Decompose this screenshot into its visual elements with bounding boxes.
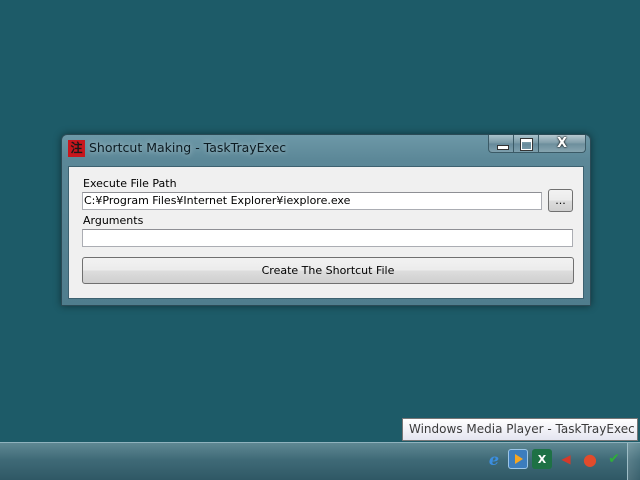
execute-file-path-label: Execute File Path	[83, 177, 177, 190]
windows-media-player-icon[interactable]	[508, 449, 528, 469]
arguments-label: Arguments	[83, 214, 144, 227]
security-check-icon[interactable]: ✔	[604, 449, 624, 469]
browse-button[interactable]: ...	[548, 189, 573, 212]
maximize-button[interactable]	[514, 135, 539, 153]
chrome-icon[interactable]: ●	[580, 449, 600, 469]
notification-tray: e X ◀ ● ✔	[484, 449, 624, 469]
tray-tooltip: Windows Media Player - TaskTrayExec	[402, 418, 638, 441]
volume-icon[interactable]: ◀	[556, 449, 576, 469]
window-title: Shortcut Making - TaskTrayExec	[89, 140, 287, 155]
create-shortcut-button[interactable]: Create The Shortcut File	[82, 257, 574, 284]
play-icon	[515, 454, 523, 464]
execute-file-path-input[interactable]: C:¥Program Files¥Internet Explorer¥iexpl…	[82, 192, 542, 210]
arguments-input[interactable]	[82, 229, 573, 247]
show-desktop-button[interactable]	[627, 443, 640, 480]
caption-buttons: X	[488, 135, 586, 153]
minimize-button[interactable]	[488, 135, 514, 153]
client-area: Execute File Path C:¥Program Files¥Inter…	[68, 166, 584, 299]
app-icon[interactable]: 注	[68, 140, 85, 157]
taskbar: e X ◀ ● ✔	[0, 442, 640, 480]
close-icon: X	[556, 136, 568, 151]
shortcut-making-window: 注 Shortcut Making - TaskTrayExec X Execu…	[61, 134, 591, 306]
excel-icon[interactable]: X	[532, 449, 552, 469]
maximize-icon	[520, 138, 533, 151]
internet-explorer-icon[interactable]: e	[484, 449, 504, 469]
title-bar[interactable]: 注 Shortcut Making - TaskTrayExec X	[62, 135, 590, 161]
minimize-icon	[497, 145, 509, 150]
close-button[interactable]: X	[539, 135, 586, 153]
